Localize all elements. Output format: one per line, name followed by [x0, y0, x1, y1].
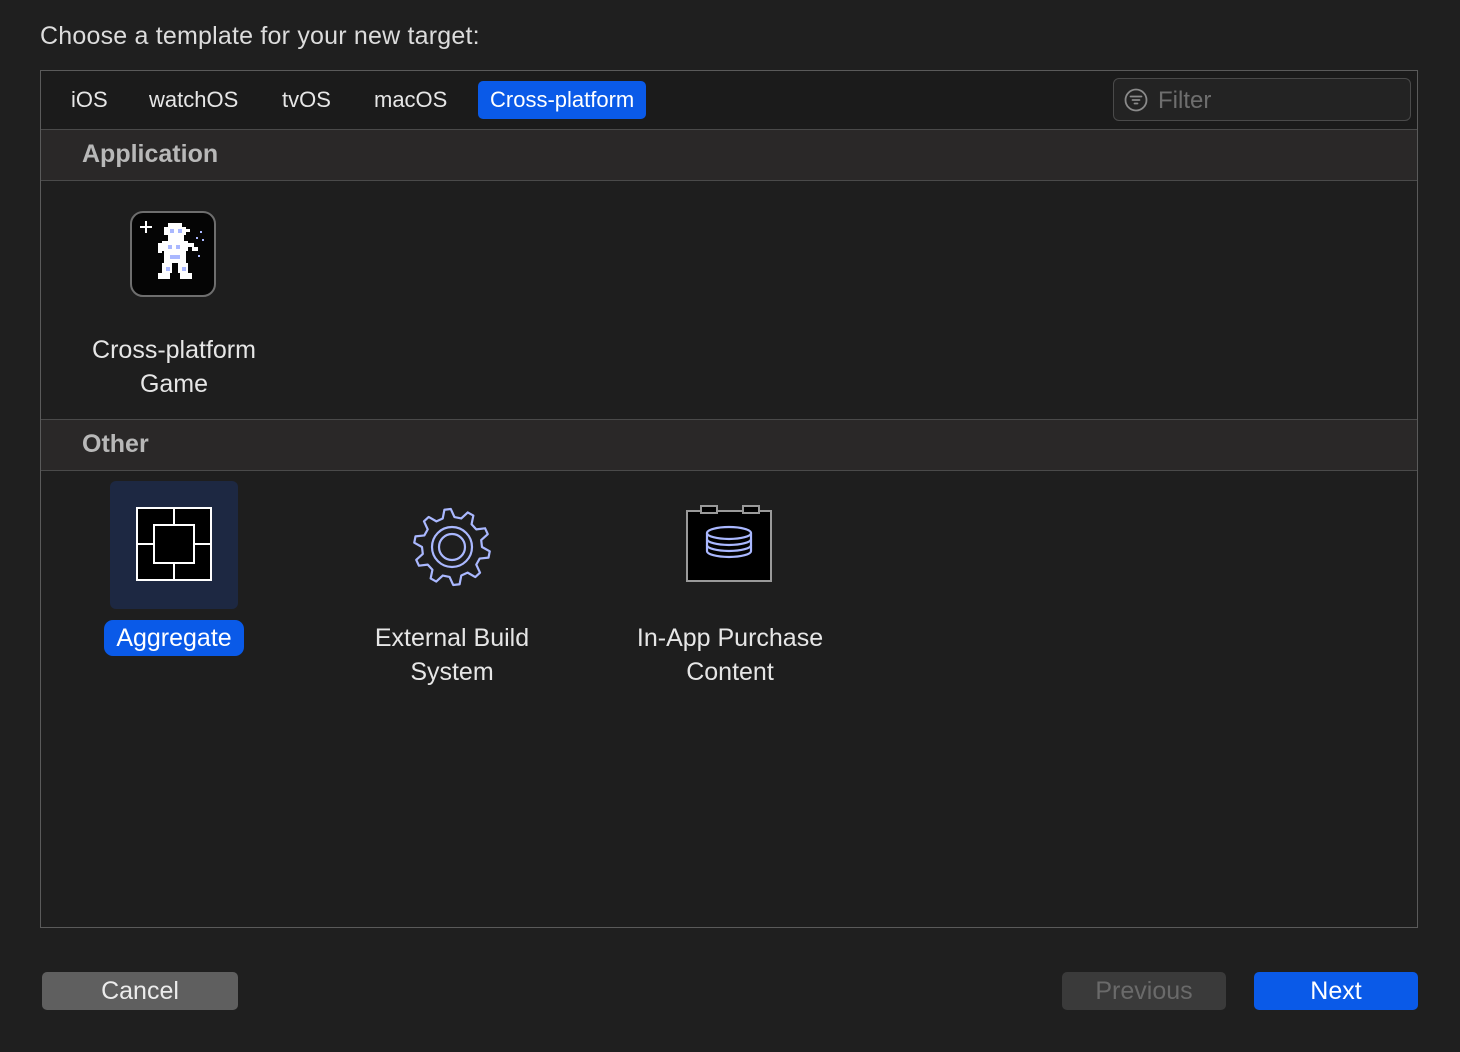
tab-cross-platform[interactable]: Cross-platform — [478, 81, 647, 119]
next-button[interactable]: Next — [1254, 972, 1418, 1010]
template-browser: iOS watchOS tvOS macOS Cross-platform Ap… — [40, 70, 1418, 928]
platform-tabbar: iOS watchOS tvOS macOS Cross-platform — [41, 71, 1417, 130]
template-label-line1: Cross-platform — [92, 336, 256, 364]
previous-button[interactable]: Previous — [1062, 972, 1226, 1010]
template-label-line2: System — [410, 658, 494, 686]
template-label-line2: Game — [139, 370, 209, 398]
tab-tvos[interactable]: tvOS — [270, 81, 343, 119]
template-in-app-purchase-content[interactable]: In-App Purchase Content — [630, 481, 830, 701]
template-label-line1: External Build — [374, 624, 530, 652]
dialog-prompt: Choose a template for your new target: — [40, 22, 480, 50]
section-header-application: Application — [41, 129, 1417, 181]
coins-box-icon — [686, 505, 772, 582]
tab-macos[interactable]: macOS — [362, 81, 459, 119]
filter-field[interactable] — [1113, 78, 1411, 121]
section-title: Other — [82, 430, 149, 458]
template-label: Cross-platform Game — [74, 333, 274, 401]
tab-ios[interactable]: iOS — [59, 81, 120, 119]
template-label-line1: Aggregate — [104, 620, 244, 656]
template-label-line1: In-App Purchase — [636, 624, 824, 652]
template-aggregate[interactable]: Aggregate — [74, 481, 274, 681]
filter-icon — [1124, 88, 1148, 112]
template-label-line2: Content — [686, 658, 774, 686]
template-label: Aggregate — [74, 620, 274, 656]
game-sprite-icon — [130, 211, 216, 297]
template-external-build-system[interactable]: External Build System — [352, 481, 552, 701]
section-title: Application — [82, 140, 219, 168]
template-label: External Build System — [352, 621, 552, 689]
coins-box-icon-tile — [666, 481, 794, 609]
aggregate-icon-tile — [110, 481, 238, 609]
template-label: In-App Purchase Content — [620, 621, 840, 689]
tab-watchos[interactable]: watchOS — [137, 81, 250, 119]
cancel-button[interactable]: Cancel — [42, 972, 238, 1010]
gear-icon — [413, 507, 491, 587]
filter-input[interactable] — [1156, 83, 1400, 119]
template-cross-platform-game[interactable]: Cross-platform Game — [74, 211, 274, 411]
section-header-other: Other — [41, 419, 1417, 471]
gear-icon-tile — [388, 481, 516, 609]
aggregate-icon — [136, 507, 212, 581]
